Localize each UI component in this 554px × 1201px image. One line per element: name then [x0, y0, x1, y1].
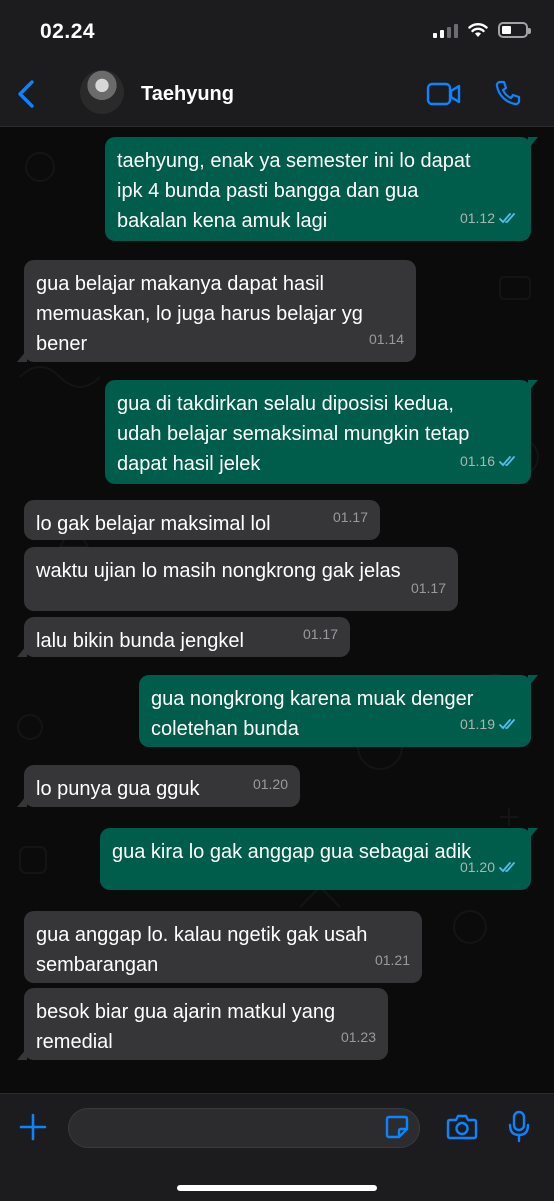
message-text-line: gua anggap lo. kalau ngetik gak usah	[36, 924, 368, 946]
message-meta: 01.16	[460, 446, 519, 476]
camera-icon[interactable]	[446, 1113, 478, 1141]
message-time: 01.17	[302, 626, 338, 642]
status-time: 02.24	[40, 20, 96, 43]
bubble-tail	[17, 1048, 27, 1060]
message-meta: 01.17	[303, 619, 338, 649]
incoming-message[interactable]: waktu ujian lo masih nongkrong gak jelas…	[24, 547, 458, 611]
message-time: 01.20	[459, 859, 495, 875]
message-text-line: udah belajar semaksimal mungkin tetap	[117, 423, 470, 445]
bubble-tail	[528, 675, 538, 687]
message-time: 01.12	[459, 210, 495, 226]
message-text-line: lo punya gua gguk	[36, 778, 200, 800]
message-text-line: bakalan kena amuk lagi	[117, 210, 328, 232]
message-text-line: lo gak belajar maksimal lol	[36, 513, 271, 535]
bubble-tail	[528, 828, 538, 840]
message-time: 01.14	[368, 331, 404, 347]
phone-icon[interactable]	[494, 79, 522, 107]
bubble-tail	[17, 645, 27, 657]
read-receipt-icon	[499, 719, 515, 730]
back-chevron-icon[interactable]	[14, 78, 42, 110]
message-time: 01.20	[252, 776, 288, 792]
battery-icon	[498, 22, 531, 38]
bubble-tail	[528, 137, 538, 149]
status-icons	[433, 22, 531, 38]
message-meta: 01.17	[333, 502, 368, 532]
message-time: 01.17	[410, 580, 446, 596]
message-text-line: ipk 4 bunda pasti bangga dan gua	[117, 180, 419, 202]
message-text-line: bener	[36, 333, 88, 355]
bubble-tail	[17, 350, 27, 362]
status-bar: 02.24	[0, 0, 554, 62]
message-time: 01.17	[332, 509, 368, 525]
message-time: 01.16	[459, 453, 495, 469]
wifi-icon	[468, 23, 488, 37]
message-meta: 01.17	[411, 573, 446, 603]
message-text-line: besok biar gua ajarin matkul yang	[36, 1001, 336, 1023]
outgoing-message[interactable]: gua nongkrong karena muak denger coleteha…	[139, 675, 538, 747]
message-meta: 01.12	[460, 203, 519, 233]
home-indicator	[177, 1185, 377, 1191]
message-time: 01.19	[459, 716, 495, 732]
incoming-message[interactable]: besok biar gua ajarin matkul yang remedia…	[17, 988, 388, 1060]
message-text-line: sembarangan	[36, 954, 159, 976]
message-text-line: taehyung, enak ya semester ini lo dapat	[117, 150, 471, 172]
read-receipt-icon	[499, 862, 515, 873]
message-input[interactable]	[68, 1108, 420, 1148]
plus-icon[interactable]	[18, 1112, 48, 1142]
message-text-line: lalu bikin bunda jengkel	[36, 630, 244, 652]
incoming-message[interactable]: gua belajar makanya dapat hasil memuaskan…	[17, 260, 416, 362]
incoming-message[interactable]: gua anggap lo. kalau ngetik gak usah semb…	[24, 911, 422, 983]
message-time: 01.21	[374, 952, 410, 968]
signal-icon	[433, 22, 458, 38]
message-meta: 01.23	[341, 1022, 376, 1052]
sticker-icon[interactable]	[384, 1114, 410, 1140]
contact-avatar[interactable]	[80, 70, 124, 114]
message-text-line: gua kira lo gak anggap gua sebagai adik	[112, 841, 472, 863]
outgoing-message[interactable]: gua kira lo gak anggap gua sebagai adik 0…	[100, 828, 538, 890]
incoming-message[interactable]: lalu bikin bunda jengkel 01.17	[17, 617, 350, 657]
outgoing-message[interactable]: gua di takdirkan selalu diposisi kedua, u…	[105, 380, 538, 484]
read-receipt-icon	[499, 456, 515, 467]
message-meta: 01.20	[460, 852, 519, 882]
message-meta: 01.21	[375, 945, 410, 975]
message-meta: 01.20	[253, 769, 288, 799]
incoming-message[interactable]: lo gak belajar maksimal lol 01.17	[24, 500, 380, 540]
message-text-line: memuaskan, lo juga harus belajar yg	[36, 303, 363, 325]
message-text-line: waktu ujian lo masih nongkrong gak jelas	[36, 560, 401, 582]
incoming-message[interactable]: lo punya gua gguk 01.20	[17, 765, 300, 807]
message-meta: 01.19	[460, 709, 519, 739]
bubble-tail	[528, 380, 538, 392]
message-text-line: gua belajar makanya dapat hasil	[36, 273, 324, 295]
message-time: 01.23	[340, 1029, 376, 1045]
message-meta: 01.14	[369, 324, 404, 354]
mic-icon[interactable]	[508, 1110, 530, 1144]
contact-name[interactable]: Taehyung	[141, 83, 234, 106]
chat-area[interactable]: taehyung, enak ya semester ini lo dapat i…	[0, 127, 554, 1093]
video-call-icon[interactable]	[426, 82, 462, 106]
message-text-line: dapat hasil jelek	[117, 453, 261, 475]
chat-header: Taehyung	[0, 62, 554, 127]
read-receipt-icon	[499, 213, 515, 224]
message-text-line: remedial	[36, 1031, 113, 1053]
message-text-line: gua di takdirkan selalu diposisi kedua,	[117, 393, 454, 415]
outgoing-message[interactable]: taehyung, enak ya semester ini lo dapat i…	[105, 137, 538, 241]
bubble-tail	[17, 795, 27, 807]
